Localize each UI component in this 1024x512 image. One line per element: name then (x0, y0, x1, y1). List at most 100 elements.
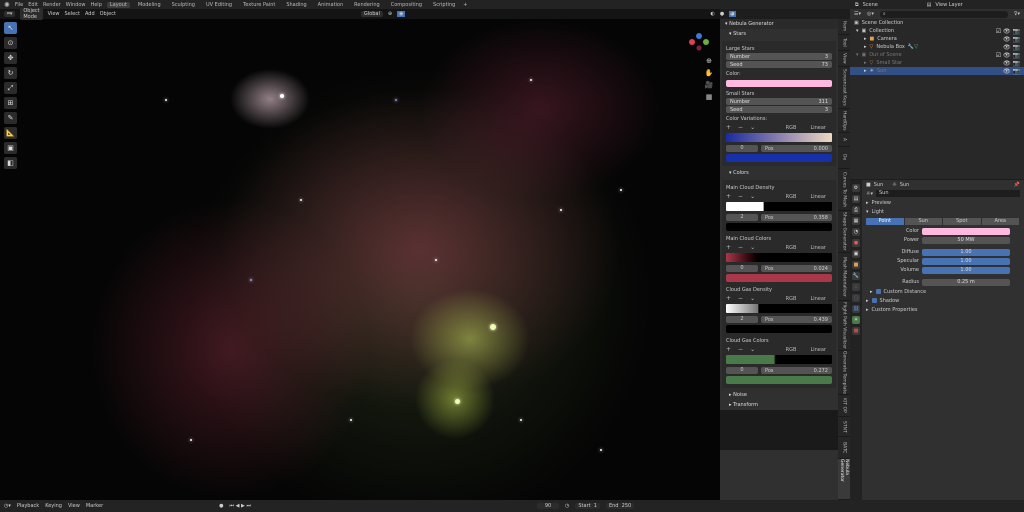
ramp-menu-icon[interactable]: ⌄ (750, 346, 755, 353)
workspace-tab-compositing[interactable]: Compositing (388, 2, 425, 8)
menu-edit[interactable]: Edit (28, 2, 38, 8)
cloud-gas-density-ramp[interactable] (726, 304, 832, 313)
scene-tab-icon[interactable]: ◔ (852, 228, 860, 236)
stop-index[interactable]: 2 (726, 316, 758, 323)
visibility-icon[interactable]: ☑ 👁 📷 (996, 28, 1020, 35)
menu-help[interactable]: Help (90, 2, 101, 8)
section-transform[interactable]: ▸ Transform (720, 400, 838, 410)
radius-field[interactable]: 0.25 m (922, 278, 1010, 286)
remove-stop-icon[interactable]: − (738, 295, 743, 302)
interpolation-dropdown[interactable]: Linear (804, 124, 832, 131)
interpolation-dropdown[interactable]: Linear (804, 346, 832, 353)
visibility-icon[interactable]: ☑ 👁 📷 (996, 52, 1020, 59)
add-stop-icon[interactable]: + (726, 295, 731, 302)
outliner-search-input[interactable]: ⌕ (879, 10, 1008, 18)
navigation-gizmo[interactable] (684, 30, 714, 60)
light-color-swatch[interactable] (922, 227, 1010, 235)
timeline-editor-icon[interactable]: ◷▾ (4, 503, 11, 509)
small-stars-number-field[interactable]: Number 311 (726, 98, 832, 105)
large-stars-number-field[interactable]: Number 3 (726, 53, 832, 60)
annotate-tool-icon[interactable]: ✎ (4, 112, 17, 124)
add-stop-icon[interactable]: + (726, 244, 731, 251)
stop-color-swatch[interactable] (726, 223, 832, 231)
specular-slider[interactable]: 1.00 (922, 257, 1010, 265)
color-mode-dropdown[interactable]: RGB (779, 193, 803, 200)
shading-solid-icon[interactable]: ● (720, 11, 724, 17)
panel-header-nebula-generator[interactable]: ▾ Nebula Generator (720, 19, 838, 29)
workspace-tab-sculpting[interactable]: Sculpting (169, 2, 198, 8)
remove-stop-icon[interactable]: − (738, 346, 743, 353)
light-type-sun[interactable]: Sun (904, 218, 943, 225)
object-menu[interactable]: Object (100, 11, 116, 17)
interpolation-dropdown[interactable]: Linear (804, 295, 832, 302)
workspace-tab-texture-paint[interactable]: Texture Paint (240, 2, 278, 8)
add-stop-icon[interactable]: + (726, 193, 731, 200)
proportional-edit-icon[interactable]: ◉ (397, 11, 406, 17)
view-layer-tab-icon[interactable]: ▦ (852, 217, 860, 225)
playback-controls[interactable]: ⏮ ◀ ▶ ⏭ (230, 503, 251, 509)
workspace-tab-animation[interactable]: Animation (315, 2, 347, 8)
light-type-area[interactable]: Area (981, 218, 1020, 225)
tab-tool[interactable]: Tool (838, 35, 850, 51)
playback-menu[interactable]: Playback (17, 503, 39, 509)
menu-window[interactable]: Window (66, 2, 86, 8)
add-workspace-icon[interactable]: + (463, 2, 467, 8)
tab-view[interactable]: View (838, 51, 850, 67)
world-tab-icon[interactable]: ● (852, 239, 860, 247)
menu-file[interactable]: File (15, 2, 23, 8)
custom-distance-checkbox[interactable] (875, 289, 881, 294)
tab-kit-op[interactable]: KIT OP (838, 395, 850, 417)
perspective-toggle-icon[interactable]: ▦ (704, 93, 714, 103)
outliner-item-collection[interactable]: ▾ ▣ Collection ☑ 👁 📷 (850, 27, 1024, 35)
panel-custom-distance[interactable]: ▸ Custom Distance (862, 287, 1024, 296)
add-menu[interactable]: Add (85, 11, 95, 17)
rotate-tool-icon[interactable]: ↻ (4, 67, 17, 79)
tab-de[interactable]: De (838, 147, 850, 169)
record-icon[interactable]: ● (219, 503, 223, 509)
section-noise[interactable]: ▸ Noise (720, 390, 838, 400)
main-cloud-colors-ramp[interactable] (726, 253, 832, 262)
tab-nebula-generator[interactable]: Nebula Generator (838, 459, 850, 500)
stop-index[interactable]: 0 (726, 265, 758, 272)
workspace-tab-modeling[interactable]: Modeling (135, 2, 164, 8)
datablock-name-input[interactable]: Sun (876, 190, 1020, 197)
color-mode-dropdown[interactable]: RGB (779, 244, 803, 251)
outliner-item-nebula-box[interactable]: ▸ ▽ Nebula Box 🔧▽ 👁 📷 (850, 43, 1024, 51)
panel-light[interactable]: ▾ Light (862, 207, 1024, 216)
small-stars-seed-field[interactable]: Seed 3 (726, 106, 832, 113)
light-type-spot[interactable]: Spot (943, 218, 982, 225)
stop-color-swatch[interactable] (726, 376, 832, 384)
star-color-swatch[interactable] (726, 80, 832, 87)
transform-tool-icon[interactable]: ⊞ (4, 97, 17, 109)
pin-icon[interactable]: 📌 (1014, 182, 1024, 188)
light-browse-icon[interactable]: ☼▾ (866, 191, 873, 197)
remove-stop-icon[interactable]: − (738, 124, 743, 131)
tab-flight-path-visualizer[interactable]: Flight Path Visualizer (838, 301, 850, 351)
remove-stop-icon[interactable]: − (738, 244, 743, 251)
remove-stop-icon[interactable]: − (738, 193, 743, 200)
panel-custom-properties[interactable]: ▸ Custom Properties (862, 305, 1024, 314)
ramp-menu-icon[interactable]: ⌄ (750, 193, 755, 200)
display-mode-icon[interactable]: ☰▾ (854, 11, 861, 17)
stop-color-swatch[interactable] (726, 325, 832, 333)
start-frame-field[interactable]: Start 1 (575, 503, 600, 509)
tab-curves-to-mesh[interactable]: Curves To Mesh (838, 169, 850, 211)
outliner-item-sun[interactable]: ▸ ☀ Sun 👁 📷 (850, 67, 1024, 75)
tool-tab-icon[interactable]: ⚙ (852, 184, 860, 192)
scene-name[interactable]: Scene (863, 2, 923, 8)
large-stars-seed-field[interactable]: Seed 73 (726, 61, 832, 68)
extra-tool-icon[interactable]: ◧ (4, 157, 17, 169)
blender-logo-icon[interactable]: ✺ (4, 1, 10, 9)
stop-position-field[interactable]: Pos 0.272 (761, 367, 832, 374)
workspace-tab-scripting[interactable]: Scripting (430, 2, 458, 8)
diffuse-slider[interactable]: 1.00 (922, 248, 1010, 256)
zoom-view-icon[interactable]: ⊕ (704, 57, 714, 67)
tab-hardops[interactable]: HardOps (838, 109, 850, 133)
view-layer-name[interactable]: View Layer (935, 2, 962, 8)
outliner-item-small-star[interactable]: ▸ ▽ Small Star 👁 📷 (850, 59, 1024, 67)
end-frame-field[interactable]: End 250 (605, 503, 635, 509)
cloud-gas-colors-ramp[interactable] (726, 355, 832, 364)
light-power-field[interactable]: 50 MW (922, 236, 1010, 244)
orientation-dropdown[interactable]: Global (360, 11, 383, 17)
tab-shape-generator[interactable]: Shape Generator (838, 211, 850, 253)
